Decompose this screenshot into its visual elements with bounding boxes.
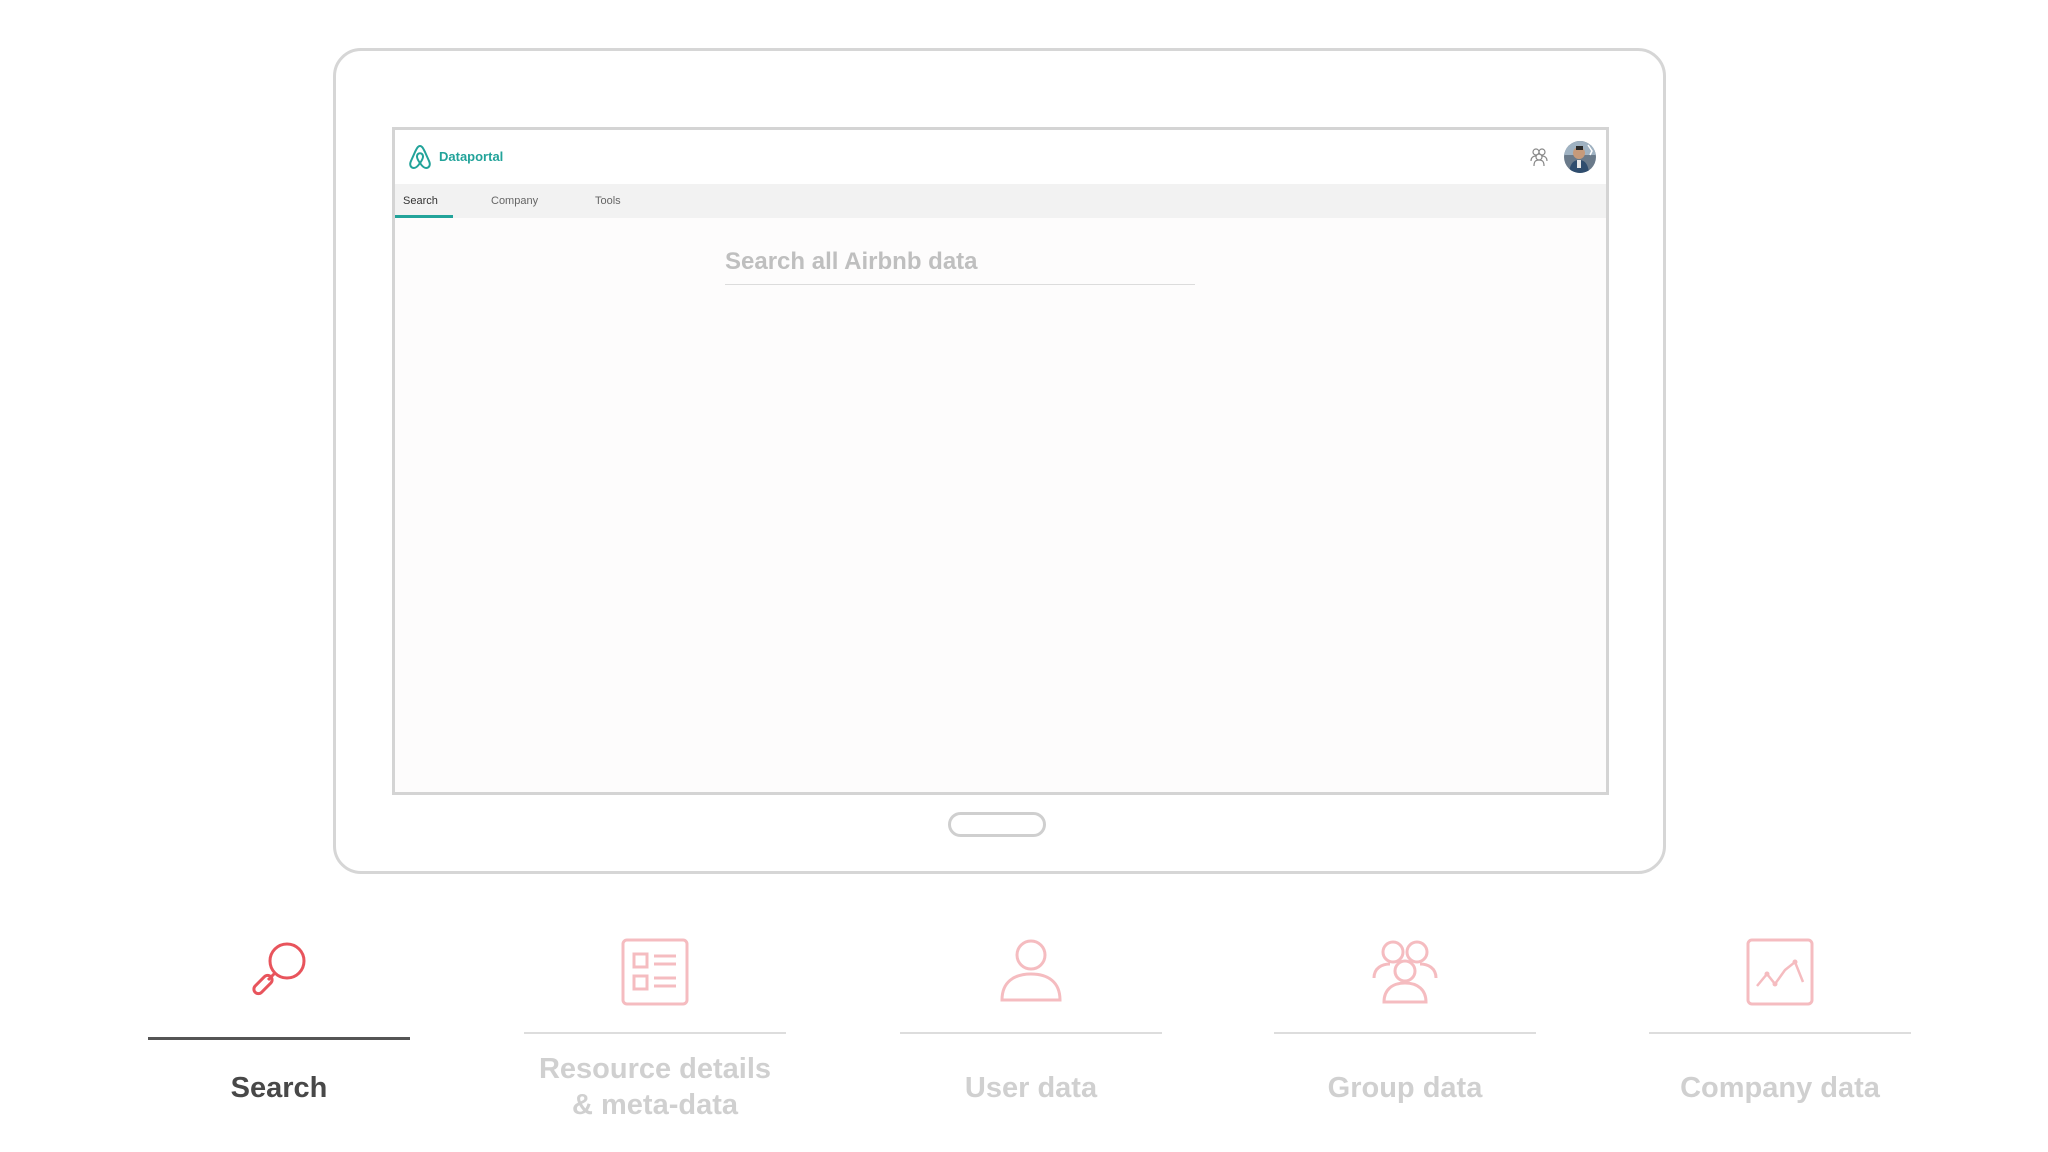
step-label: Group data bbox=[1327, 1072, 1483, 1104]
step-divider bbox=[1649, 1032, 1911, 1034]
app-header: Dataportal bbox=[395, 130, 1606, 184]
stage: Dataportal Search Company Tools Search a… bbox=[0, 0, 2048, 1152]
step-divider bbox=[1274, 1032, 1536, 1034]
airbnb-logo-icon[interactable] bbox=[407, 143, 433, 171]
step-label-line2: & meta-data bbox=[572, 1089, 738, 1121]
team-icon[interactable] bbox=[1528, 146, 1550, 168]
active-tab-indicator bbox=[395, 215, 453, 218]
step-label: Company data bbox=[1680, 1072, 1880, 1104]
search-input[interactable] bbox=[725, 240, 1195, 285]
step-divider bbox=[900, 1032, 1162, 1034]
tab-company[interactable]: Company bbox=[491, 184, 538, 218]
user-avatar[interactable] bbox=[1564, 141, 1596, 173]
step-label: User data bbox=[964, 1072, 1098, 1104]
step-divider bbox=[524, 1032, 786, 1034]
group-icon bbox=[1372, 940, 1438, 1004]
tab-tools[interactable]: Tools bbox=[595, 184, 621, 218]
resource-details-icon bbox=[621, 938, 689, 1006]
step-label: Search bbox=[230, 1072, 328, 1104]
user-icon bbox=[1000, 939, 1062, 1002]
step-divider bbox=[148, 1037, 410, 1040]
tablet-screen: Dataportal Search Company Tools Search a… bbox=[392, 127, 1609, 795]
step-label: Resource details bbox=[538, 1053, 772, 1085]
header-actions bbox=[1528, 138, 1596, 176]
tab-bar: Search Company Tools bbox=[395, 184, 1606, 218]
app-brand[interactable]: Dataportal bbox=[439, 149, 503, 164]
tablet-home-button bbox=[948, 812, 1046, 837]
company-chart-icon bbox=[1746, 938, 1814, 1006]
search-icon bbox=[252, 942, 306, 996]
tab-search[interactable]: Search bbox=[403, 184, 438, 218]
